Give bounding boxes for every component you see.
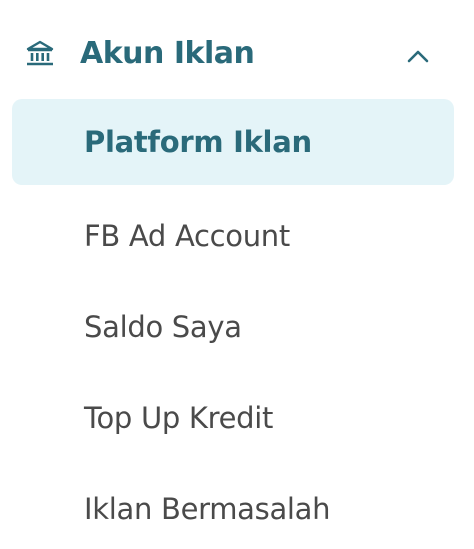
menu-header-akun-iklan[interactable]: Akun Iklan bbox=[0, 20, 474, 88]
menu-item-label: FB Ad Account bbox=[84, 219, 290, 253]
menu-item-label: Iklan Bermasalah bbox=[84, 492, 331, 526]
ad-account-menu: Akun Iklan Platform Iklan FB Ad Account … bbox=[0, 0, 474, 549]
menu-item-fb-ad-account[interactable]: FB Ad Account bbox=[12, 193, 454, 279]
chevron-up-icon[interactable] bbox=[404, 42, 432, 70]
menu-header-label: Akun Iklan bbox=[80, 36, 255, 71]
menu-item-platform-iklan[interactable]: Platform Iklan bbox=[12, 99, 454, 185]
bank-icon bbox=[25, 39, 55, 69]
menu-item-iklan-bermasalah[interactable]: Iklan Bermasalah bbox=[12, 466, 454, 549]
menu-item-top-up-kredit[interactable]: Top Up Kredit bbox=[12, 375, 454, 461]
menu-item-label: Platform Iklan bbox=[84, 125, 312, 159]
menu-item-saldo-saya[interactable]: Saldo Saya bbox=[12, 284, 454, 370]
menu-item-label: Saldo Saya bbox=[84, 310, 242, 344]
menu-item-label: Top Up Kredit bbox=[84, 401, 274, 435]
